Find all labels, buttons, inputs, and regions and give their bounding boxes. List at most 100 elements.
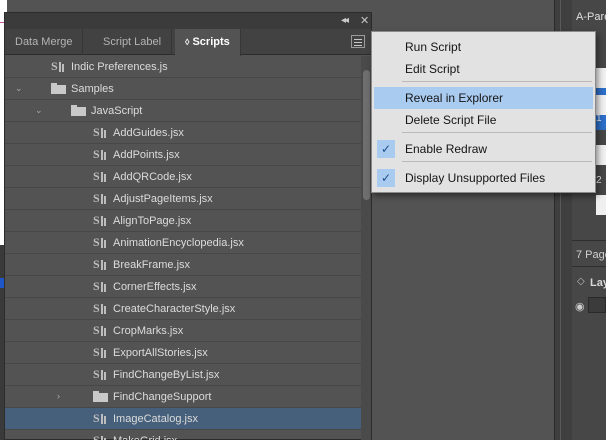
chevron-down-icon[interactable]: ⌄	[35, 105, 43, 116]
tab-label: Data Merge	[15, 36, 73, 48]
menu-item-label: Display Unsupported Files	[405, 171, 546, 185]
menu-item-label: Edit Script	[405, 62, 460, 76]
tree-item-label: Samples	[71, 83, 114, 95]
pages-count-label: 7 Page	[576, 249, 606, 261]
tab-label: Script Label	[103, 36, 162, 48]
page-number-label: 1	[596, 113, 602, 124]
script-file-icon: S	[93, 213, 107, 227]
tree-script-row[interactable]: S AddQRCode.jsx	[5, 166, 361, 188]
tree-script-row[interactable]: S FindChangeByList.jsx	[5, 364, 361, 386]
tree-script-row[interactable]: S CropMarks.jsx	[5, 320, 361, 342]
menu-item-reveal-in-explorer[interactable]: Reveal in Explorer	[374, 87, 593, 109]
tree-folder-row[interactable]: › FindChangeSupport	[5, 386, 361, 408]
close-icon[interactable]: ✕	[360, 14, 369, 27]
script-file-icon: S	[93, 323, 107, 337]
tree-script-row[interactable]: S AddGuides.jsx	[5, 122, 361, 144]
tree-script-row[interactable]: S CreateCharacterStyle.jsx	[5, 298, 361, 320]
tree-item-label: ImageCatalog.jsx	[113, 413, 198, 425]
panel-divider	[572, 266, 606, 267]
tree-folder-row[interactable]: ⌄ JavaScript	[5, 100, 361, 122]
menu-separator	[402, 161, 592, 162]
tree-script-row[interactable]: S AlignToPage.jsx	[5, 210, 361, 232]
tree-item-label: BreakFrame.jsx	[113, 259, 191, 271]
panel-divider	[572, 240, 606, 241]
menu-item-run-script[interactable]: Run Script	[372, 36, 595, 58]
tree-script-row[interactable]: S CornerEffects.jsx	[5, 276, 361, 298]
tree-item-label: AlignToPage.jsx	[113, 215, 192, 227]
folder-icon	[71, 105, 86, 116]
script-file-icon: S	[93, 257, 107, 271]
tree-script-row[interactable]: S ExportAllStories.jsx	[5, 342, 361, 364]
tab-scripts[interactable]: ◊ Scripts	[175, 29, 241, 56]
tree-item-label: AddGuides.jsx	[113, 127, 184, 139]
tree-script-row[interactable]: S Indic Preferences.js	[5, 56, 361, 78]
menu-item-delete-script-file[interactable]: Delete Script File	[372, 109, 595, 131]
tree-item-label: CropMarks.jsx	[113, 325, 184, 337]
script-file-icon: S	[93, 301, 107, 315]
scripts-panel: ◂◂ ✕ Data Merge Script Label ◊ Scripts SI…	[4, 12, 372, 440]
chevron-updown-icon[interactable]: ◇	[577, 276, 585, 287]
page-number-label: 2	[596, 175, 602, 186]
panel-menu-icon[interactable]	[351, 35, 365, 48]
tree-item-label: AdjustPageItems.jsx	[113, 193, 213, 205]
script-file-icon: S	[51, 59, 65, 73]
panel-tab-bar: Data Merge Script Label ◊ Scripts	[5, 29, 371, 56]
tree-item-label: MakeGrid.jsx	[113, 435, 177, 440]
tree-item-label: AddPoints.jsx	[113, 149, 180, 161]
tree-folder-row[interactable]: ⌄ Samples	[5, 78, 361, 100]
checkmark-icon: ✓	[377, 140, 395, 158]
tree-item-label: FindChangeByList.jsx	[113, 369, 220, 381]
menu-item-label: Run Script	[405, 40, 462, 54]
tree-script-row[interactable]: S AnimationEncyclopedia.jsx	[5, 232, 361, 254]
scripts-tree: S Indic Preferences.js ⌄ Samples ⌄ JavaScript…	[5, 56, 361, 440]
menu-separator	[402, 81, 592, 82]
script-file-icon: S	[93, 191, 107, 205]
checkmark-icon: ✓	[377, 169, 395, 187]
tree-script-row[interactable]: S BreakFrame.jsx	[5, 254, 361, 276]
eye-icon[interactable]: ◉	[575, 300, 585, 313]
scrollbar-thumb[interactable]	[363, 70, 370, 200]
tree-item-label: FindChangeSupport	[113, 391, 212, 403]
page-thumbnail[interactable]	[596, 95, 606, 115]
page-thumbnail[interactable]	[596, 68, 606, 88]
tree-scrollbar[interactable]	[361, 56, 371, 440]
script-file-icon: S	[93, 147, 107, 161]
menu-item-label: Reveal in Explorer	[405, 91, 504, 105]
layer-swatch[interactable]	[588, 297, 606, 313]
panel-flyout-menu: Run Script Edit Script Reveal in Explorer D…	[371, 31, 596, 193]
menu-separator	[402, 132, 592, 133]
tree-item-label: AddQRCode.jsx	[113, 171, 192, 183]
parent-page-label: A-Pare	[576, 11, 606, 23]
collapse-panel-icon[interactable]: ◂◂	[341, 15, 349, 26]
script-file-icon: S	[93, 279, 107, 293]
chevron-down-icon[interactable]: ⌄	[15, 83, 23, 94]
tab-script-label[interactable]: Script Label	[93, 29, 173, 55]
app-window: A-Pare 1 2 7 Page ◇ Lay ◉ ◂◂ ✕ Data Merg…	[0, 0, 606, 440]
tree-script-row[interactable]: S ImageCatalog.jsx	[5, 408, 361, 430]
page-thumbnail[interactable]	[596, 145, 606, 165]
tree-script-row[interactable]: S MakeGrid.jsx	[5, 430, 361, 440]
script-file-icon: S	[93, 235, 107, 249]
tab-label: Scripts	[192, 36, 230, 48]
tree-item-label: Indic Preferences.js	[71, 61, 168, 73]
folder-icon	[93, 391, 108, 402]
menu-item-edit-script[interactable]: Edit Script	[372, 58, 595, 80]
layers-panel-title[interactable]: Lay	[590, 277, 606, 289]
menu-item-display-unsupported-files[interactable]: ✓ Display Unsupported Files	[372, 167, 595, 189]
tab-data-merge[interactable]: Data Merge	[5, 29, 84, 55]
tree-item-label: AnimationEncyclopedia.jsx	[113, 237, 244, 249]
page-thumbnail[interactable]	[596, 195, 606, 215]
script-file-icon: S	[93, 169, 107, 183]
menu-item-enable-redraw[interactable]: ✓ Enable Redraw	[372, 138, 595, 160]
tree-script-row[interactable]: S AdjustPageItems.jsx	[5, 188, 361, 210]
tree-item-label: CornerEffects.jsx	[113, 281, 197, 293]
folder-icon	[51, 83, 66, 94]
menu-item-label: Enable Redraw	[405, 142, 488, 156]
tree-item-label: ExportAllStories.jsx	[113, 347, 208, 359]
script-file-icon: S	[93, 345, 107, 359]
chevron-right-icon[interactable]: ›	[57, 391, 60, 401]
panel-title-bar[interactable]: ◂◂ ✕	[5, 13, 371, 29]
tree-script-row[interactable]: S AddPoints.jsx	[5, 144, 361, 166]
menu-item-label: Delete Script File	[405, 113, 497, 127]
script-file-icon: S	[93, 367, 107, 381]
